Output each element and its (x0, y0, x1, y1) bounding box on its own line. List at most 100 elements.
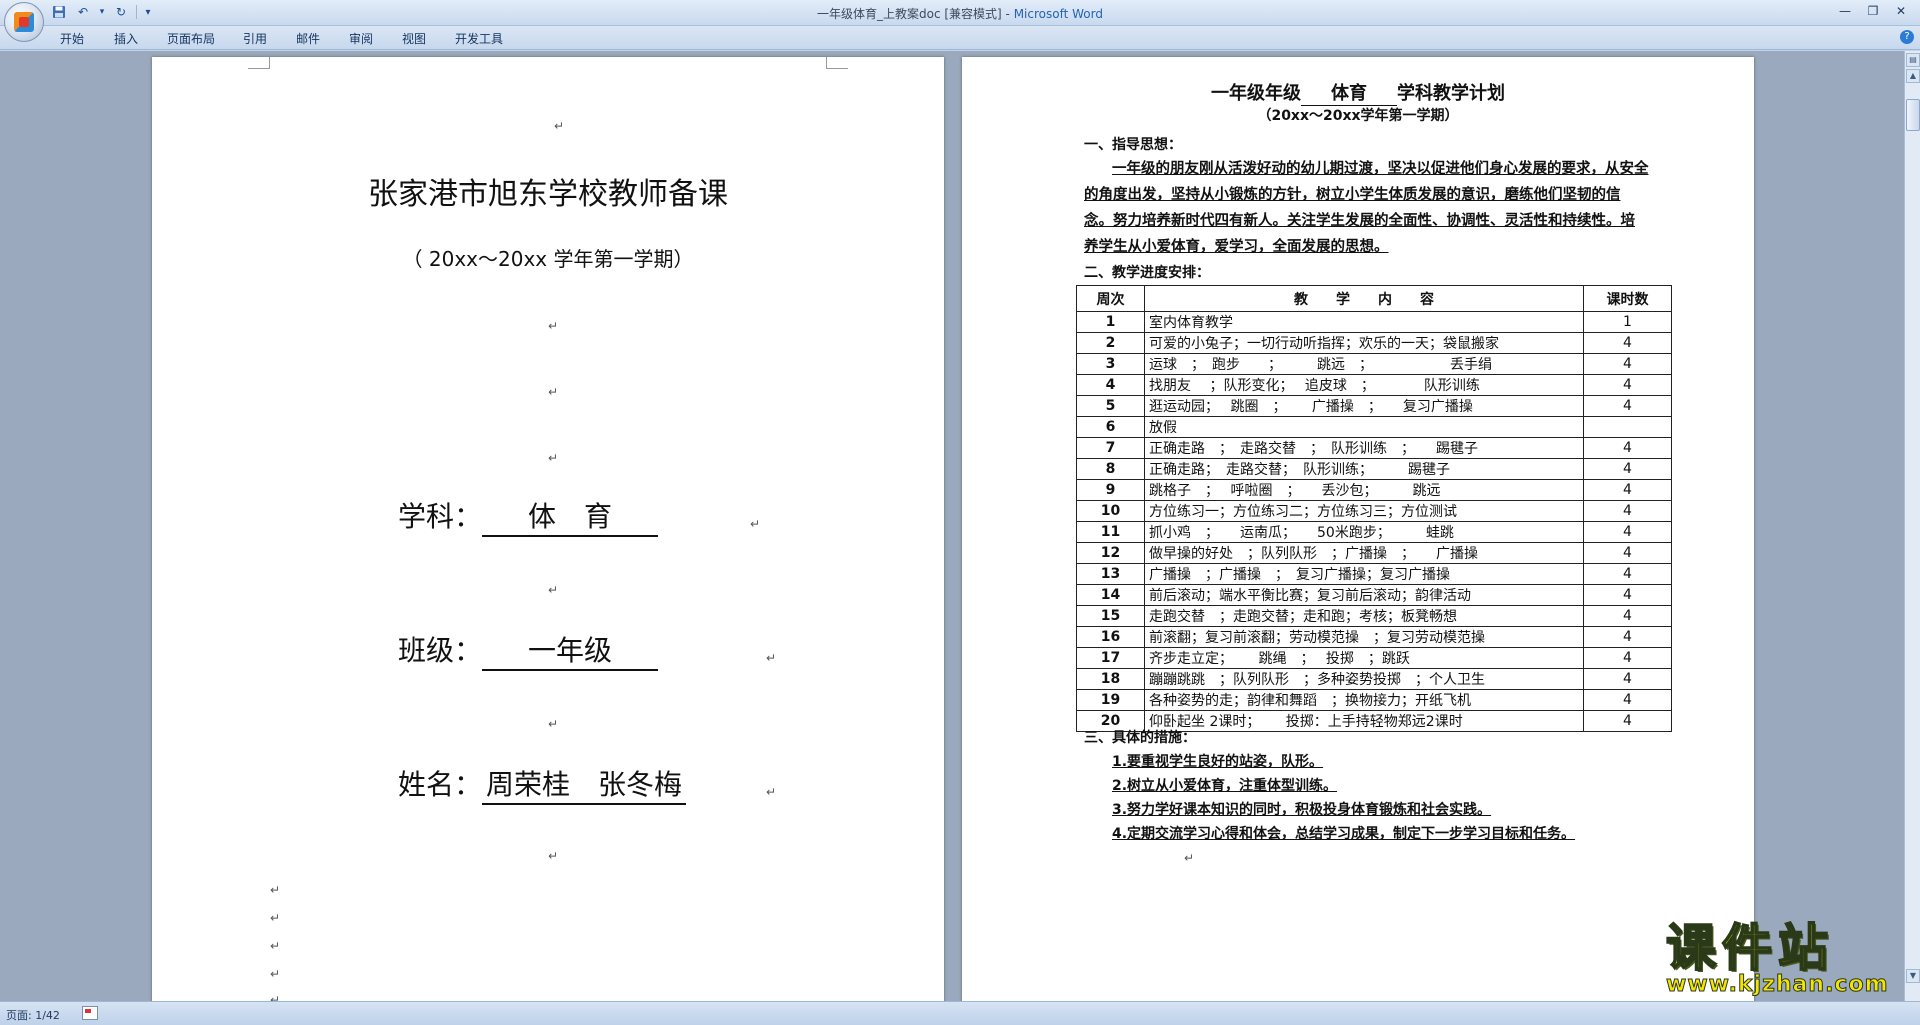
hours-cell: 4 (1583, 584, 1672, 606)
subject-label: 学科： (398, 500, 483, 533)
tab-developer[interactable]: 开发工具 (455, 30, 503, 47)
class-field: 班级： 一年级 (398, 629, 659, 671)
document-area[interactable]: ↵ 张家港市旭东学校教师备课 （ 20xx～20xx 学年第一学期） ↵ ↵ ↵… (0, 51, 1904, 1001)
plan-content: 一年级年级 体育 学科教学计划 （20xx～20xx学年第一学期） 一、指导思想： … (962, 57, 1754, 1001)
paragraph-mark: ↵ (1184, 851, 1195, 865)
hours-cell: 1 (1583, 311, 1672, 333)
table-row: 3 运球 ； 跑步 ； 跳远 ； 丢手绢 4 (1076, 353, 1672, 375)
name-label: 姓名： (398, 768, 483, 801)
scroll-up-icon[interactable]: ▲ (1906, 69, 1920, 83)
week-cell: 19 (1076, 689, 1145, 711)
content-cell: 室内体育教学 (1144, 311, 1584, 333)
hours-cell: 4 (1583, 332, 1672, 354)
week-cell: 13 (1076, 563, 1145, 585)
content-cell: 做早操的好处 ；队列队形 ；广播操 ； 广播操 (1144, 542, 1584, 564)
content-cell: 运球 ； 跑步 ； 跳远 ； 丢手绢 (1144, 353, 1584, 375)
hours-cell: 4 (1583, 395, 1672, 417)
content-cell: 仰卧起坐 2课时； 投掷：上手持轻物郑远2课时 (1144, 710, 1584, 732)
help-icon[interactable]: ? (1900, 30, 1914, 44)
page-teaching-plan[interactable]: 一年级年级 体育 学科教学计划 （20xx～20xx学年第一学期） 一、指导思想： … (962, 57, 1754, 1001)
page-cover[interactable]: ↵ 张家港市旭东学校教师备课 （ 20xx～20xx 学年第一学期） ↵ ↵ ↵… (152, 57, 944, 1001)
content-cell: 广播操 ；广播操 ； 复习广播操；复习广播操 (1144, 563, 1584, 585)
plan-title-subject: 体育 (1301, 79, 1397, 106)
hours-cell: 4 (1583, 626, 1672, 648)
header-content: 教 学 内 容 (1144, 285, 1584, 312)
week-cell: 10 (1076, 500, 1145, 522)
section-schedule: 二、教学进度安排： (1084, 265, 1210, 281)
content-cell: 蹦蹦跳跳 ；队列队形 ；多种姿势投掷 ；个人卫生 (1144, 668, 1584, 690)
week-cell: 14 (1076, 584, 1145, 606)
page-indicator[interactable]: 页面: 1/42 (6, 1007, 60, 1023)
ribbon-tabs: 开始 插入 页面布局 引用 邮件 审阅 视图 开发工具 ? (0, 26, 1920, 50)
week-cell: 17 (1076, 647, 1145, 669)
ruler-toggle-icon[interactable]: ▤ (1906, 53, 1920, 67)
spelling-check-icon[interactable] (82, 1006, 98, 1020)
close-icon[interactable]: ✕ (1888, 2, 1914, 20)
content-cell: 正确走路； 走路交替； 队形训练； 踢毽子 (1144, 458, 1584, 480)
restore-icon[interactable]: ❐ (1860, 2, 1886, 20)
cover-title: 张家港市旭东学校教师备课 (368, 177, 728, 212)
content-cell: 找朋友 ；队形变化； 追皮球 ； 队形训练 (1144, 374, 1584, 396)
plan-title-rest: 学科教学计划 (1397, 83, 1505, 104)
table-row: 4 找朋友 ；队形变化； 追皮球 ； 队形训练 4 (1076, 374, 1672, 396)
table-row: 5 逛运动园； 跳圈 ； 广播操 ； 复习广播操 4 (1076, 395, 1672, 417)
hours-cell: 4 (1583, 437, 1672, 459)
content-cell: 前后滚动；端水平衡比赛；复习前后滚动；韵律活动 (1144, 584, 1584, 606)
content-cell: 逛运动园； 跳圈 ； 广播操 ； 复习广播操 (1144, 395, 1584, 417)
guiding-ideas-paragraph: 一年级的朋友刚从活泼好动的幼儿期过渡，坚决以促进他们身心发展的要求，从安全的角度… (1084, 156, 1649, 260)
content-cell: 各种姿势的走；韵律和舞蹈 ；换物接力；开纸飞机 (1144, 689, 1584, 711)
paragraph-mark: ↵ (270, 967, 281, 981)
schedule-table: 周次 教 学 内 容 课时数 1 室内体育教学 1 2 可爱的小兔子；一切行动听指挥；欢… (1076, 285, 1672, 732)
scroll-down-icon[interactable]: ▼ (1906, 969, 1920, 983)
hours-cell: 4 (1583, 647, 1672, 669)
office-button[interactable] (4, 2, 44, 42)
paragraph-mark: ↵ (766, 651, 777, 665)
plan-title: 一年级年级 体育 学科教学计划 (962, 79, 1754, 106)
name-value: 周荣桂 张冬梅 (482, 763, 687, 805)
plan-title-grade: 一年级年级 (1211, 83, 1301, 104)
week-cell: 6 (1076, 416, 1145, 438)
hours-cell: 4 (1583, 353, 1672, 375)
week-cell: 11 (1076, 521, 1145, 543)
content-cell: 前滚翻；复习前滚翻；劳动模范操 ；复习劳动模范操 (1144, 626, 1584, 648)
table-row: 17 齐步走立定； 跳绳 ； 投掷 ；跳跃 4 (1076, 647, 1672, 669)
tab-review[interactable]: 审阅 (349, 30, 373, 47)
minimize-icon[interactable]: — (1832, 2, 1858, 20)
hours-cell: 4 (1583, 710, 1672, 732)
hours-cell: 4 (1583, 479, 1672, 501)
tab-references[interactable]: 引用 (243, 30, 267, 47)
table-row: 1 室内体育教学 1 (1076, 311, 1672, 333)
week-cell: 4 (1076, 374, 1145, 396)
table-row: 9 跳格子 ； 呼啦圈 ； 丢沙包； 跳远 4 (1076, 479, 1672, 501)
paragraph-mark: ↵ (270, 939, 281, 953)
hours-cell: 4 (1583, 374, 1672, 396)
table-row: 10 方位练习一；方位练习二；方位练习三；方位测试 4 (1076, 500, 1672, 522)
week-cell: 1 (1076, 311, 1145, 333)
header-week: 周次 (1076, 285, 1145, 312)
tab-view[interactable]: 视图 (402, 30, 426, 47)
week-cell: 7 (1076, 437, 1145, 459)
window-title: 一年级体育_上教案doc [兼容模式] - Microsoft Word (0, 5, 1920, 22)
week-cell: 18 (1076, 668, 1145, 690)
paragraph-mark: ↵ (548, 583, 559, 597)
paragraph-mark: ↵ (270, 911, 281, 925)
app-name: Microsoft Word (1013, 7, 1103, 21)
hours-cell: 4 (1583, 563, 1672, 585)
paragraph-mark: ↵ (548, 451, 559, 465)
table-row: 7 正确走路 ； 走路交替 ； 队形训练 ； 踢毽子 4 (1076, 437, 1672, 459)
tab-page-layout[interactable]: 页面布局 (167, 30, 215, 47)
tab-insert[interactable]: 插入 (114, 30, 138, 47)
content-cell: 齐步走立定； 跳绳 ； 投掷 ；跳跃 (1144, 647, 1584, 669)
content-cell: 可爱的小兔子；一切行动听指挥；欢乐的一天；袋鼠搬家 (1144, 332, 1584, 354)
vertical-scrollbar[interactable]: ▤ ▲ ▼ (1904, 51, 1920, 1001)
window-controls: — ❐ ✕ (1832, 2, 1914, 20)
tab-home[interactable]: 开始 (60, 30, 84, 47)
subject-field: 学科：体 育 (398, 495, 659, 537)
paragraph-mark: ↵ (750, 517, 761, 531)
tab-mailings[interactable]: 邮件 (296, 30, 320, 47)
site-logo-watermark: 课件站 www.kjzhan.com (1665, 919, 1906, 1004)
scroll-thumb[interactable] (1906, 99, 1920, 131)
office-logo-icon (14, 12, 34, 32)
week-cell: 15 (1076, 605, 1145, 627)
content-cell: 抓小鸡 ； 运南瓜； 50米跑步； 蛙跳 (1144, 521, 1584, 543)
